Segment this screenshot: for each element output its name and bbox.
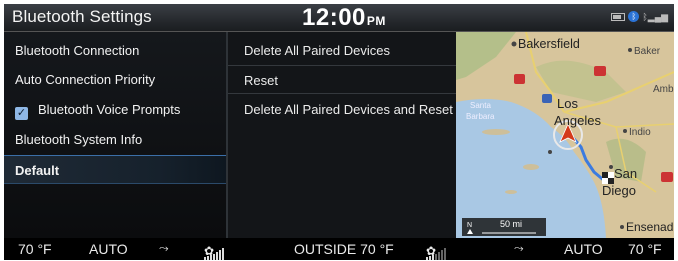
page-title: Bluetooth Settings <box>12 7 152 26</box>
checkbox-checked-icon[interactable]: ✓ <box>15 107 28 120</box>
map-label-ensenada: Ensenad <box>626 220 673 234</box>
map-label-angeles: Angeles <box>554 113 601 128</box>
highway-shield-icon <box>594 66 606 76</box>
infotainment-screen: Bluetooth Settings 12:00PM ᛒ ᛒ▂▄▆ Blueto… <box>4 4 674 260</box>
menu-item-auto-connection-priority[interactable]: Auto Connection Priority <box>4 65 226 94</box>
clock-time: 12:00 <box>302 4 366 31</box>
menu-item-label: Bluetooth System Info <box>15 132 143 147</box>
bluetooth-icon: ᛒ <box>628 11 640 22</box>
signal-icon: ᛒ▂▄▆ <box>642 11 668 22</box>
map-label-barbara: Barbara <box>466 112 495 121</box>
clock: 12:00PM <box>302 4 386 32</box>
scale-distance: 50 mi <box>500 219 522 229</box>
highway-shield-icon <box>542 94 552 103</box>
map-canvas: Bakersfield Baker Amb Santa Barbara Los … <box>456 32 674 238</box>
settings-menu: Bluetooth Connection Auto Connection Pri… <box>4 32 226 238</box>
option-label: Delete All Paired Devices <box>244 43 390 58</box>
driver-airflow-icon[interactable]: ⤳ <box>159 241 169 256</box>
navigation-map[interactable]: Bakersfield Baker Amb Santa Barbara Los … <box>456 32 674 238</box>
delete-all-paired-devices-and-reset-button[interactable]: Delete All Paired Devices and Reset <box>228 95 456 124</box>
highway-shield-icon <box>661 172 673 182</box>
default-options-panel: Delete All Paired Devices Reset Delete A… <box>228 32 456 238</box>
menu-item-label: Auto Connection Priority <box>15 72 156 87</box>
map-label-los: Los <box>557 96 578 111</box>
header-bar: Bluetooth Settings 12:00PM ᛒ ᛒ▂▄▆ <box>4 4 674 32</box>
status-icons: ᛒ ᛒ▂▄▆ <box>611 11 668 22</box>
north-indicator: N <box>467 222 472 229</box>
map-label-bakersfield: Bakersfield <box>518 37 580 51</box>
climate-bar: 70 °F AUTO ⤳ ✿ OUTSIDE 70 °F ✿ ⤳ AUTO 70… <box>4 238 674 260</box>
option-label: Reset <box>244 73 278 88</box>
passenger-mode[interactable]: AUTO <box>564 241 603 257</box>
clock-ampm: PM <box>366 14 386 28</box>
menu-item-bluetooth-connection[interactable]: Bluetooth Connection <box>4 36 226 65</box>
menu-item-default[interactable]: Default <box>4 155 226 184</box>
passenger-temp[interactable]: 70 °F <box>628 241 662 257</box>
battery-icon <box>611 12 626 21</box>
menu-item-bluetooth-voice-prompts[interactable]: ✓ Bluetooth Voice Prompts <box>4 95 226 124</box>
reset-button[interactable]: Reset <box>228 65 456 94</box>
map-label-baker: Baker <box>634 46 661 57</box>
menu-item-bluetooth-system-info[interactable]: Bluetooth System Info <box>4 125 226 154</box>
highway-shield-icon <box>514 74 525 84</box>
driver-temp[interactable]: 70 °F <box>18 241 52 257</box>
menu-item-label: Bluetooth Connection <box>15 43 140 58</box>
fan-level-bars <box>204 244 225 260</box>
menu-item-label: Bluetooth Voice Prompts <box>38 102 181 117</box>
outside-temp: OUTSIDE 70 °F <box>294 241 394 257</box>
passenger-airflow-icon[interactable]: ⤳ <box>514 241 524 256</box>
map-label-santa: Santa <box>470 101 491 110</box>
option-label: Delete All Paired Devices and Reset <box>244 102 453 117</box>
driver-mode[interactable]: AUTO <box>89 241 128 257</box>
delete-all-paired-devices-button[interactable]: Delete All Paired Devices <box>228 36 456 65</box>
map-label-diego: Diego <box>602 183 636 198</box>
map-label-amb: Amb <box>653 84 674 95</box>
menu-item-label: Default <box>15 163 60 178</box>
map-scale: N 50 mi <box>462 218 546 236</box>
map-label-san: San <box>614 166 637 181</box>
fan-level-bars <box>426 244 447 260</box>
map-label-indio: Indio <box>629 127 651 138</box>
